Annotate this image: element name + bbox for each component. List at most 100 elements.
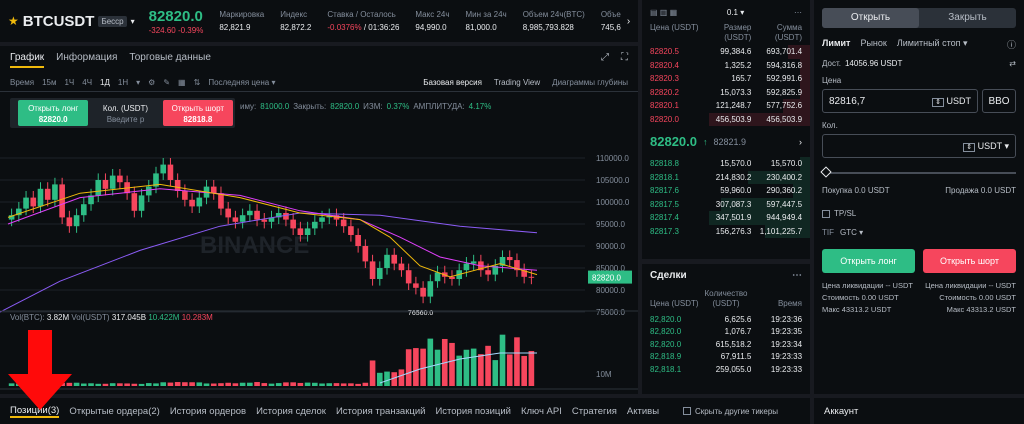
orderbook-layout-icons[interactable]: ▤ ▥ ▦ (650, 8, 677, 17)
volume-bar (500, 335, 506, 386)
ask-row[interactable]: 82820.5 99,384.6 693,701.4 (642, 45, 810, 59)
volume-bar (132, 384, 138, 386)
tab-trading-data[interactable]: Торговые данные (129, 52, 210, 68)
volume-bar (471, 349, 477, 386)
quick-long-button[interactable]: Открыть лонг 82820.0 (18, 100, 88, 126)
chevron-right-icon[interactable]: › (627, 16, 630, 27)
bid-row[interactable]: 82817.5 307,087.3 597,447.5 (642, 198, 810, 212)
interval-1h[interactable]: 1Ч (64, 78, 74, 87)
volume-bar (225, 383, 231, 386)
tab-order-history[interactable]: История ордеров (170, 406, 246, 417)
drawing-icon[interactable]: ✎ (163, 78, 170, 87)
fullscreen-icon[interactable]: ⛶ (621, 52, 628, 68)
candle (413, 283, 419, 287)
tab-api-key[interactable]: Ключ API (521, 406, 562, 417)
info-icon[interactable]: ⓘ (1007, 38, 1016, 51)
candle (132, 193, 138, 211)
view-basic[interactable]: Базовая версия (423, 78, 482, 87)
tab-transaction-history[interactable]: История транзакций (336, 406, 426, 417)
chart-panel: График Информация Торговые данные ⤢ ⛶ Вр… (0, 46, 638, 394)
tpsl-option[interactable]: TP/SL (822, 209, 1016, 218)
interval-1w[interactable]: 1Н (118, 78, 128, 87)
stat-volume-usdt: Объе 745,6 (601, 8, 623, 34)
favorite-star-icon[interactable]: ★ (8, 14, 19, 28)
interval-15m[interactable]: 15м (42, 78, 56, 87)
more-icon[interactable]: ⋯ (794, 8, 802, 17)
interval-dropdown-icon[interactable]: ▾ (136, 78, 140, 87)
hide-other-tickers[interactable]: Скрыть другие тикеры (683, 407, 778, 416)
stepper-icon: ⇕ (963, 143, 975, 152)
symbol-name[interactable]: BTCUSDT (23, 13, 95, 30)
order-type-market[interactable]: Рынок (860, 38, 886, 51)
price-chart[interactable]: 110000.0105000.0100000.095000.090000.085… (0, 128, 638, 394)
open-tab[interactable]: Открыть (822, 8, 919, 28)
open-short-button[interactable]: Открыть шорт (923, 249, 1016, 273)
quick-short-button[interactable]: Открыть шорт 82818.8 (163, 100, 233, 126)
open-long-button[interactable]: Открыть лонг (822, 249, 915, 273)
tab-chart[interactable]: График (10, 52, 44, 68)
candle (485, 270, 491, 274)
tab-strategy[interactable]: Стратегия (572, 406, 617, 417)
candle (81, 204, 87, 215)
ask-row[interactable]: 82820.0 456,503.9 456,503.9 (642, 113, 810, 127)
ask-row[interactable]: 82820.4 1,325.2 594,316.8 (642, 59, 810, 73)
orderbook-step-select[interactable]: 0.1 ▾ (727, 8, 744, 17)
interval-1d[interactable]: 1Д (100, 78, 110, 87)
tab-info[interactable]: Информация (56, 52, 117, 68)
order-type-stop-limit[interactable]: Лимитный стоп ▾ (897, 38, 968, 51)
interval-time[interactable]: Время (10, 78, 34, 87)
volume-bar (204, 383, 210, 386)
qty-slider[interactable] (822, 172, 1016, 174)
tab-open-orders[interactable]: Открытые ордера(2) (69, 406, 159, 417)
stepper-icon: ⇕ (932, 98, 944, 107)
tab-position-history[interactable]: История позиций (435, 406, 511, 417)
tab-trade-history[interactable]: История сделок (256, 406, 326, 417)
bid-row[interactable]: 82818.1 214,830.2 230,400.2 (642, 171, 810, 185)
candle (74, 215, 80, 226)
candle (507, 257, 513, 260)
qty-input[interactable]: ⇕ USDT ▾ (822, 134, 1016, 158)
quick-qty-field[interactable]: Кол. (USDT) Введите р (90, 100, 160, 126)
volume-bar (478, 354, 484, 386)
arrow-up-icon: ↑ (703, 137, 708, 147)
bid-row[interactable]: 82817.6 59,960.0 290,360.2 (642, 184, 810, 198)
volume-tick-label: 10M (596, 370, 612, 379)
candle (384, 255, 390, 268)
slider-handle[interactable] (820, 166, 831, 177)
stat-mark: Маркировка 82,821.9 (219, 8, 264, 34)
volume-bar (334, 383, 340, 386)
tab-assets[interactable]: Активы (627, 406, 659, 417)
chevron-right-icon[interactable]: › (799, 137, 802, 147)
close-tab[interactable]: Закрыть (919, 8, 1016, 28)
ask-row[interactable]: 82820.1 121,248.7 577,752.6 (642, 99, 810, 113)
bid-row[interactable]: 82817.3 156,276.3 1,101,225.7 (642, 225, 810, 239)
volume-bar (240, 383, 246, 386)
layout-icon[interactable]: ▦ (178, 78, 186, 87)
bid-row[interactable]: 82817.4 347,501.9 944,949.4 (642, 211, 810, 225)
ask-row[interactable]: 82820.3 165.7 592,991.6 (642, 72, 810, 86)
indicators-icon[interactable]: ⚙ (148, 78, 155, 87)
price-input[interactable]: 82816,7 ⇕ USDT (822, 89, 978, 113)
view-tradingview[interactable]: Trading View (494, 78, 540, 87)
interval-4h[interactable]: 4Ч (82, 78, 92, 87)
candle (218, 193, 224, 208)
candle (168, 165, 174, 180)
symbol-dropdown-icon[interactable]: ▾ (131, 17, 135, 26)
price-type-select[interactable]: Последняя цена ▾ (208, 78, 275, 87)
ask-row[interactable]: 82820.2 15,073.3 592,825.9 (642, 86, 810, 100)
order-type-limit[interactable]: Лимит (822, 38, 850, 51)
order-form: Открыть Закрыть Лимит Рынок Лимитный сто… (814, 0, 1024, 394)
tif-select[interactable]: TIF GTC ▾ (822, 228, 1016, 237)
more-icon[interactable]: ⋯ (792, 270, 802, 281)
candle (298, 228, 304, 235)
compare-icon[interactable]: ⇅ (194, 78, 201, 87)
bbo-button[interactable]: BBO (982, 89, 1016, 113)
bid-row[interactable]: 82818.8 15,570.0 15,570.0 (642, 157, 810, 171)
transfer-icon[interactable]: ⇄ (1009, 59, 1016, 68)
volume-legend: Vol(BTC): 3.82M Vol(USDT) 317.045B 10.42… (10, 313, 213, 322)
orderbook-bids: 82818.8 15,570.0 15,570.0 82818.1 214,830.2 2… (642, 157, 810, 238)
expand-icon[interactable]: ⤢ (601, 52, 609, 68)
view-depth[interactable]: Диаграммы глубины (552, 78, 628, 87)
candle (428, 281, 434, 296)
candle (254, 211, 260, 220)
